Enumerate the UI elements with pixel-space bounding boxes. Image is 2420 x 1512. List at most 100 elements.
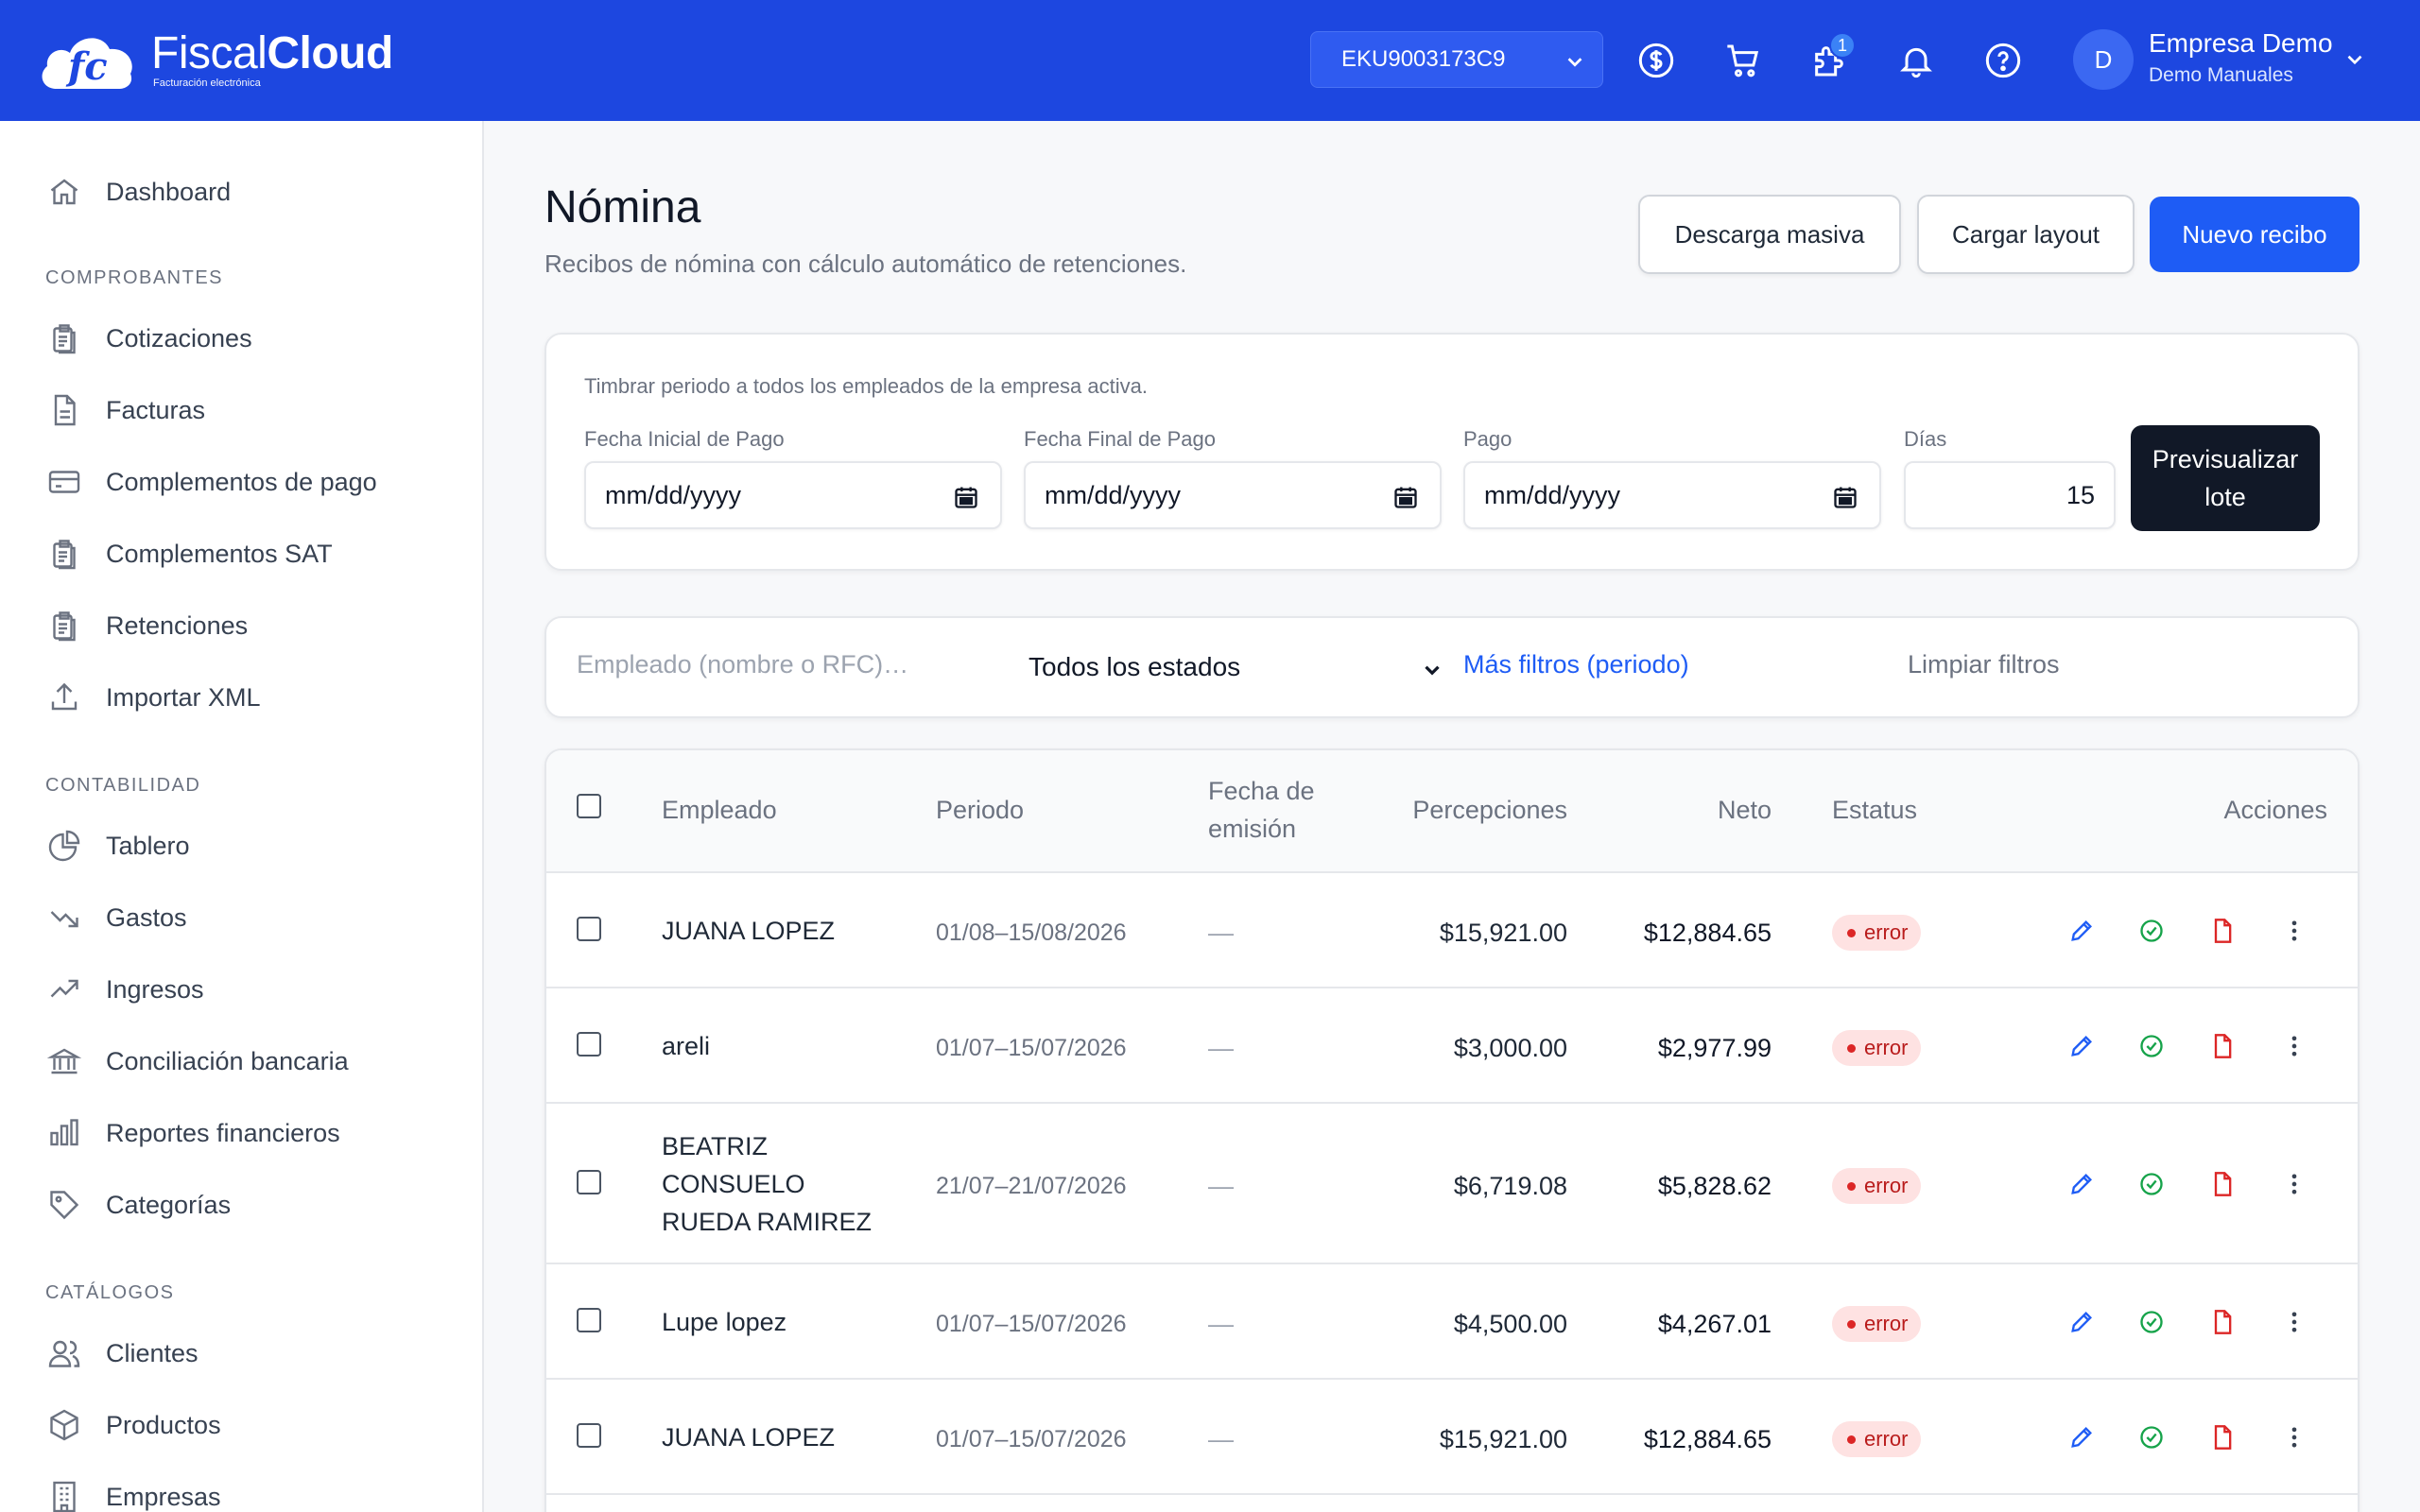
- header-period[interactable]: Periodo: [936, 791, 1024, 829]
- employee-name[interactable]: JUANA LOPEZ: [662, 1418, 835, 1456]
- header-issue-date-line2[interactable]: emisión: [1208, 810, 1296, 848]
- sidebar-item-cotizaciones[interactable]: Cotizaciones: [45, 318, 252, 359]
- search-input[interactable]: Empleado (nombre o RFC)…: [577, 650, 908, 679]
- help-icon[interactable]: [1982, 40, 2024, 81]
- edit-icon[interactable]: [2066, 1307, 2097, 1337]
- upload-layout-button[interactable]: Cargar layout: [1917, 195, 2135, 274]
- table-header: Empleado Periodo Fecha de emisión Percep…: [546, 750, 2358, 873]
- issue-date-cell: —: [1208, 1310, 1234, 1338]
- pdf-file-icon[interactable]: [2207, 1031, 2238, 1061]
- more-vertical-icon[interactable]: [2279, 916, 2309, 946]
- header-issue-date-line1[interactable]: Fecha de: [1208, 772, 1315, 810]
- company-rfc-select[interactable]: EKU9003173C9: [1310, 31, 1603, 88]
- period-cell: 01/08–15/08/2026: [936, 919, 1127, 946]
- calendar-icon[interactable]: [1392, 484, 1419, 517]
- document-icon: [45, 391, 83, 429]
- sidebar-item-complementos-sat[interactable]: Complementos SAT: [45, 533, 333, 575]
- employee-name[interactable]: Lupe lopez: [662, 1303, 786, 1341]
- sidebar-item-categorias[interactable]: Categorías: [45, 1184, 231, 1226]
- table-row[interactable]: JUANA LOPEZ 01/07–15/07/2026 — $15,921.00 $1…: [546, 1380, 2358, 1495]
- start-date-label: Fecha Inicial de Pago: [584, 427, 785, 451]
- sidebar-item-productos[interactable]: Productos: [45, 1404, 221, 1446]
- sidebar-item-empresas[interactable]: Empresas: [45, 1476, 221, 1512]
- user-name[interactable]: Empresa Demo: [2149, 28, 2333, 59]
- sidebar-item-clientes[interactable]: Clientes: [45, 1332, 199, 1374]
- sidebar-section-contabilidad: CONTABILIDAD: [45, 775, 201, 796]
- employee-name-line: JUANA LOPEZ: [662, 1423, 836, 1452]
- row-checkbox[interactable]: [577, 1032, 601, 1057]
- row-checkbox[interactable]: [577, 917, 601, 941]
- start-date-input[interactable]: mm/dd/yyyy: [584, 461, 1002, 529]
- days-input[interactable]: 15: [1904, 461, 2116, 529]
- more-vertical-icon[interactable]: [2279, 1169, 2309, 1199]
- clear-filters-link[interactable]: Limpiar filtros: [1908, 650, 2060, 679]
- employee-name-line: CONSUELO: [662, 1170, 805, 1198]
- preview-batch-button[interactable]: Previsualizar lote: [2131, 425, 2320, 531]
- status-filter-select[interactable]: Todos los estados: [1028, 652, 1444, 682]
- chevron-down-icon[interactable]: [2342, 47, 2367, 77]
- end-date-input[interactable]: mm/dd/yyyy: [1024, 461, 1442, 529]
- row-checkbox[interactable]: [577, 1423, 601, 1448]
- employee-name[interactable]: JUANA LOPEZ: [662, 912, 835, 950]
- header-net[interactable]: Neto: [1586, 791, 1772, 829]
- company-rfc-value: EKU9003173C9: [1341, 46, 1506, 72]
- edit-icon[interactable]: [2066, 1031, 2097, 1061]
- more-filters-link[interactable]: Más filtros (periodo): [1463, 650, 1689, 679]
- calendar-icon[interactable]: [1832, 484, 1858, 517]
- employee-name-line: BEATRIZ: [662, 1132, 769, 1160]
- net-cell: $4,267.01: [1657, 1310, 1772, 1338]
- table-row[interactable]: JUANA LOPEZ 01/08–15/08/2026 — $15,921.00 $1…: [546, 873, 2358, 988]
- check-circle-icon[interactable]: [2136, 916, 2167, 946]
- pdf-file-icon[interactable]: [2207, 1169, 2238, 1199]
- check-circle-icon[interactable]: [2136, 1031, 2167, 1061]
- edit-icon[interactable]: [2066, 1422, 2097, 1452]
- edit-icon[interactable]: [2066, 1169, 2097, 1199]
- pdf-file-icon[interactable]: [2207, 1307, 2238, 1337]
- more-vertical-icon[interactable]: [2279, 1031, 2309, 1061]
- puzzle-icon[interactable]: 1: [1808, 32, 1856, 81]
- cart-icon[interactable]: [1722, 40, 1764, 81]
- issue-date-cell: —: [1208, 1034, 1234, 1062]
- more-vertical-icon[interactable]: [2279, 1307, 2309, 1337]
- check-circle-icon[interactable]: [2136, 1169, 2167, 1199]
- sidebar-item-tablero[interactable]: Tablero: [45, 825, 190, 867]
- sidebar-item-ingresos[interactable]: Ingresos: [45, 969, 204, 1010]
- pay-date-input[interactable]: mm/dd/yyyy: [1463, 461, 1881, 529]
- pdf-file-icon[interactable]: [2207, 916, 2238, 946]
- table-row[interactable]: Lupe lopez 01/07–15/07/2026 — $4,500.00 $4,2…: [546, 1264, 2358, 1380]
- table-row[interactable]: areli 01/07–15/07/2026 — $3,000.00 $2,977.99…: [546, 988, 2358, 1104]
- sidebar-item-retenciones[interactable]: Retenciones: [45, 605, 248, 646]
- header-status[interactable]: Estatus: [1832, 791, 1917, 829]
- bulk-download-button[interactable]: Descarga masiva: [1638, 195, 1901, 274]
- avatar[interactable]: D: [2073, 29, 2134, 90]
- row-checkbox[interactable]: [577, 1308, 601, 1332]
- sidebar-item-dashboard[interactable]: Dashboard: [45, 171, 231, 213]
- employee-name[interactable]: areli: [662, 1027, 710, 1065]
- pdf-file-icon[interactable]: [2207, 1422, 2238, 1452]
- check-circle-icon[interactable]: [2136, 1307, 2167, 1337]
- employee-name[interactable]: BEATRIZ CONSUELO RUEDA RAMIREZ: [662, 1127, 872, 1241]
- bell-icon[interactable]: [1895, 40, 1937, 81]
- sidebar-item-importar-xml[interactable]: Importar XML: [45, 677, 261, 718]
- brand-logo[interactable]: fc FiscalCloud Facturación electrónica: [36, 26, 393, 93]
- select-all-checkbox[interactable]: [577, 794, 601, 818]
- sidebar-item-complementos-pago[interactable]: Complementos de pago: [45, 461, 377, 503]
- more-vertical-icon[interactable]: [2279, 1422, 2309, 1452]
- header-employee[interactable]: Empleado: [662, 791, 777, 829]
- pie-chart-icon: [45, 827, 83, 865]
- header-perceptions[interactable]: Percepciones: [1378, 791, 1567, 829]
- check-circle-icon[interactable]: [2136, 1422, 2167, 1452]
- row-checkbox[interactable]: [577, 1170, 601, 1194]
- dollar-icon[interactable]: [1635, 40, 1677, 81]
- pay-date-label: Pago: [1463, 427, 1512, 451]
- sidebar-item-gastos[interactable]: Gastos: [45, 897, 187, 938]
- table-row[interactable]: BEATRIZ CONSUELO RUEDA RAMIREZ 21/07–21/07/…: [546, 1104, 2358, 1264]
- sidebar-item-facturas[interactable]: Facturas: [45, 389, 205, 431]
- brand-mark: fc: [65, 44, 108, 89]
- sidebar-item-conciliacion[interactable]: Conciliación bancaria: [45, 1040, 349, 1082]
- calendar-icon[interactable]: [953, 484, 979, 517]
- sidebar-item-reportes[interactable]: Reportes financieros: [45, 1112, 340, 1154]
- edit-icon[interactable]: [2066, 916, 2097, 946]
- chevron-down-icon: [1420, 658, 1444, 689]
- new-receipt-button[interactable]: Nuevo recibo: [2150, 197, 2360, 272]
